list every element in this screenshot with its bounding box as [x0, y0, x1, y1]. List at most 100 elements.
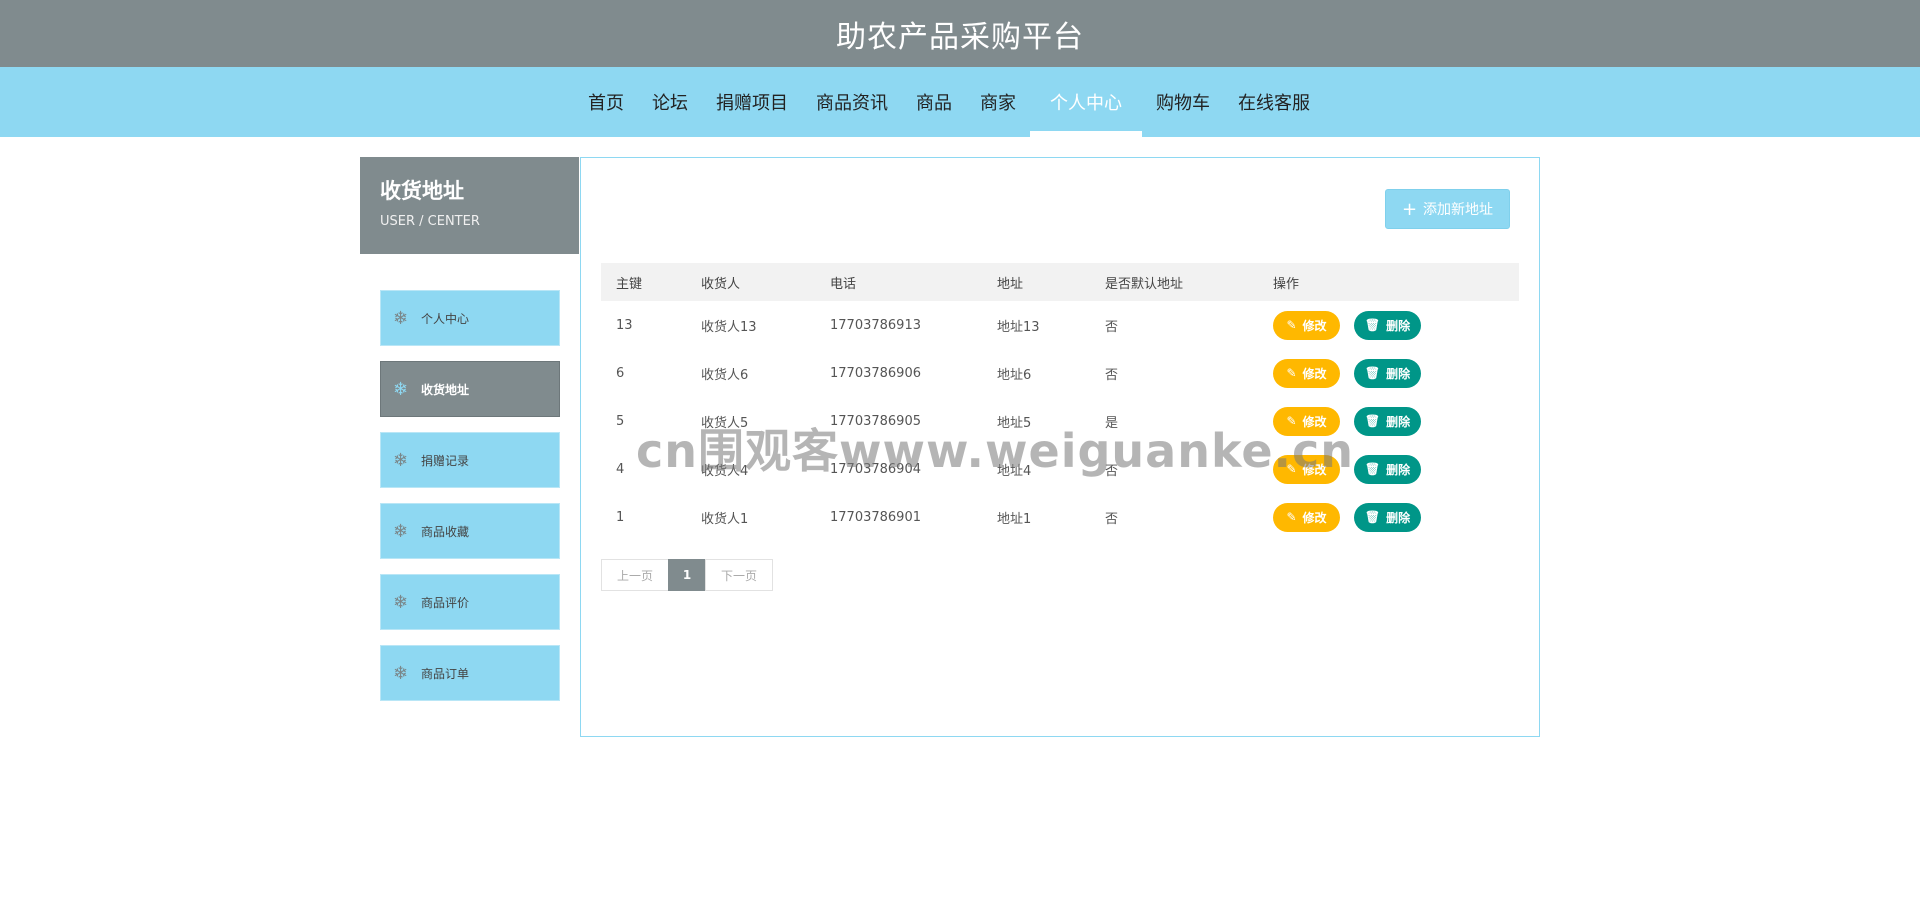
- edit-label: 修改: [1302, 510, 1327, 525]
- pencil-icon: ✎: [1286, 366, 1297, 380]
- col-name: 收货人: [701, 276, 741, 292]
- cell-phone: 17703786901: [830, 509, 921, 525]
- delete-button[interactable]: 🗑 删除: [1354, 406, 1421, 436]
- sidebar-item-label: 捐赠记录: [421, 453, 470, 468]
- cell-address: 地址4: [997, 463, 1032, 479]
- delete-button[interactable]: 🗑 删除: [1354, 454, 1421, 484]
- cell-name: 收货人1: [701, 511, 749, 527]
- nav-products[interactable]: 商品: [902, 67, 966, 137]
- cell-id: 13: [616, 317, 633, 333]
- sidebar-item-addresses[interactable]: ❄ 收货地址: [380, 361, 560, 417]
- cell-phone: 17703786906: [830, 365, 921, 381]
- nav-online-service[interactable]: 在线客服: [1224, 67, 1324, 137]
- cell-actions: ✎ 修改 🗑 删除: [1258, 445, 1519, 493]
- cell-default: 否: [1105, 367, 1119, 383]
- edit-button[interactable]: ✎ 修改: [1273, 358, 1340, 388]
- cell-name: 收货人6: [701, 367, 749, 383]
- edit-label: 修改: [1302, 318, 1327, 333]
- cell-actions: ✎ 修改 🗑 删除: [1258, 493, 1519, 541]
- trash-icon: 🗑: [1364, 366, 1381, 380]
- cell-id: 5: [616, 413, 625, 429]
- snowflake-icon: ❄: [393, 378, 409, 400]
- address-table-wrap: 主键 收货人 电话 地址 是否默认地址 操作 13 收货人13 17703786…: [601, 263, 1519, 541]
- sidebar-item-donation-records[interactable]: ❄ 捐赠记录: [380, 432, 560, 488]
- cell-id: 6: [616, 365, 625, 381]
- next-page-button[interactable]: 下一页: [705, 559, 773, 591]
- snowflake-icon: ❄: [393, 662, 409, 684]
- cell-phone: 17703786913: [830, 317, 921, 333]
- col-address: 地址: [997, 276, 1024, 292]
- sidebar-item-label: 收货地址: [421, 382, 470, 397]
- delete-button[interactable]: 🗑 删除: [1354, 358, 1421, 388]
- edit-button[interactable]: ✎ 修改: [1273, 310, 1340, 340]
- delete-label: 删除: [1386, 510, 1411, 525]
- pencil-icon: ✎: [1286, 510, 1297, 524]
- sidebar-menu: ❄ 个人中心 ❄ 收货地址 ❄ 捐赠记录 ❄ 商品收藏 ❄ 商品评价 ❄ 商品订…: [380, 290, 560, 716]
- edit-button[interactable]: ✎ 修改: [1273, 454, 1340, 484]
- site-header: 助农产品采购平台: [0, 0, 1920, 67]
- site-title: 助农产品采购平台: [836, 19, 1084, 55]
- col-id: 主键: [616, 276, 643, 292]
- cell-default: 否: [1105, 319, 1119, 335]
- trash-icon: 🗑: [1364, 414, 1381, 428]
- sidebar-title: 收货地址: [380, 179, 464, 203]
- pencil-icon: ✎: [1286, 414, 1297, 428]
- cell-id: 4: [616, 461, 625, 477]
- nav-donation-projects[interactable]: 捐赠项目: [702, 67, 802, 137]
- cell-address: 地址1: [997, 511, 1032, 527]
- table-row: 5 收货人5 17703786905 地址5 是 ✎ 修改 🗑 删除: [601, 397, 1519, 445]
- pencil-icon: ✎: [1286, 462, 1297, 476]
- nav-home[interactable]: 首页: [574, 67, 638, 137]
- sidebar-item-label: 个人中心: [421, 311, 470, 326]
- pagination: 上一页 1 下一页: [601, 559, 773, 591]
- cell-default: 否: [1105, 511, 1119, 527]
- plus-icon: +: [1401, 198, 1418, 220]
- delete-label: 删除: [1386, 414, 1411, 429]
- sidebar-item-favorites[interactable]: ❄ 商品收藏: [380, 503, 560, 559]
- cell-actions: ✎ 修改 🗑 删除: [1258, 397, 1519, 445]
- delete-label: 删除: [1386, 318, 1411, 333]
- table-header-row: 主键 收货人 电话 地址 是否默认地址 操作: [601, 263, 1519, 301]
- main-nav: 首页 论坛 捐赠项目 商品资讯 商品 商家 个人中心 购物车 在线客服: [0, 67, 1920, 137]
- pencil-icon: ✎: [1286, 318, 1297, 332]
- edit-button[interactable]: ✎ 修改: [1273, 406, 1340, 436]
- nav-items: 首页 论坛 捐赠项目 商品资讯 商品 商家 个人中心 购物车 在线客服: [574, 67, 1324, 137]
- trash-icon: 🗑: [1364, 462, 1381, 476]
- trash-icon: 🗑: [1364, 318, 1381, 332]
- cell-name: 收货人4: [701, 463, 749, 479]
- edit-button[interactable]: ✎ 修改: [1273, 502, 1340, 532]
- address-panel: + 添加新地址 主键 收货人 电话 地址 是否默认地址 操作 13 收货人13 …: [580, 157, 1540, 737]
- prev-page-button[interactable]: 上一页: [601, 559, 669, 591]
- add-address-button[interactable]: + 添加新地址: [1385, 189, 1510, 229]
- sidebar-subtitle: USER / CENTER: [380, 214, 480, 229]
- add-address-label: 添加新地址: [1423, 202, 1494, 218]
- sidebar-item-user-center[interactable]: ❄ 个人中心: [380, 290, 560, 346]
- cell-name: 收货人13: [701, 319, 757, 335]
- nav-cart[interactable]: 购物车: [1142, 67, 1224, 137]
- sidebar-item-reviews[interactable]: ❄ 商品评价: [380, 574, 560, 630]
- col-default: 是否默认地址: [1105, 276, 1184, 292]
- cell-default: 否: [1105, 463, 1119, 479]
- address-table: 主键 收货人 电话 地址 是否默认地址 操作 13 收货人13 17703786…: [601, 263, 1519, 541]
- delete-button[interactable]: 🗑 删除: [1354, 502, 1421, 532]
- delete-button[interactable]: 🗑 删除: [1354, 310, 1421, 340]
- snowflake-icon: ❄: [393, 591, 409, 613]
- nav-user-center[interactable]: 个人中心: [1030, 67, 1142, 137]
- nav-forum[interactable]: 论坛: [638, 67, 702, 137]
- cell-phone: 17703786904: [830, 461, 921, 477]
- snowflake-icon: ❄: [393, 307, 409, 329]
- col-actions: 操作: [1273, 276, 1300, 292]
- nav-product-news[interactable]: 商品资讯: [802, 67, 902, 137]
- table-row: 13 收货人13 17703786913 地址13 否 ✎ 修改 🗑 删除: [601, 301, 1519, 349]
- table-row: 1 收货人1 17703786901 地址1 否 ✎ 修改 🗑 删除: [601, 493, 1519, 541]
- col-phone: 电话: [830, 276, 857, 292]
- sidebar-item-orders[interactable]: ❄ 商品订单: [380, 645, 560, 701]
- cell-address: 地址13: [997, 319, 1040, 335]
- sidebar-item-label: 商品收藏: [421, 524, 470, 539]
- cell-address: 地址5: [997, 415, 1032, 431]
- sidebar-header: 收货地址 USER / CENTER: [360, 157, 579, 254]
- nav-merchants[interactable]: 商家: [966, 67, 1030, 137]
- current-page-button[interactable]: 1: [668, 559, 706, 591]
- sidebar-item-label: 商品评价: [421, 595, 470, 610]
- snowflake-icon: ❄: [393, 449, 409, 471]
